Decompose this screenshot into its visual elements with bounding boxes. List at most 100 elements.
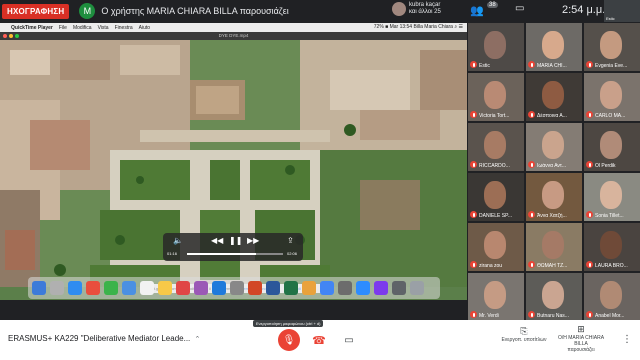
menu-help[interactable]: Aiuto bbox=[139, 25, 150, 31]
finder-icon[interactable] bbox=[32, 281, 46, 295]
volume-icon[interactable]: 🔈 bbox=[173, 236, 183, 245]
presenter-avatar: M bbox=[79, 3, 96, 19]
muted-mic-icon bbox=[586, 261, 593, 268]
trash-icon[interactable] bbox=[410, 281, 424, 295]
participant-tile[interactable]: Victoria Tort... bbox=[468, 73, 524, 121]
participant-tile[interactable]: Άννα Χατζή... bbox=[526, 173, 582, 221]
calendar-icon[interactable] bbox=[140, 281, 154, 295]
presenting-button[interactable]: ⊞ Ο/Η MARIA CHIARA BILLA παρουσιάζει bbox=[556, 324, 606, 353]
participant-tile[interactable]: Estic bbox=[468, 23, 524, 71]
share-icon[interactable]: ⇪ bbox=[287, 236, 294, 245]
photos-icon[interactable] bbox=[302, 281, 316, 295]
more-options-button[interactable]: ⋮ bbox=[622, 334, 632, 345]
pause-icon[interactable]: ❚❚ bbox=[229, 236, 242, 245]
participant-tile[interactable]: ΘΩΜΑΗ ΤΖ... bbox=[526, 223, 582, 271]
teams-icon[interactable] bbox=[374, 281, 388, 295]
downloads-icon[interactable] bbox=[392, 281, 406, 295]
participant-name: zirana zou bbox=[479, 263, 503, 269]
clock: 2:54 μ.μ. bbox=[562, 4, 606, 16]
participant-tile[interactable]: Mr. Verdi bbox=[468, 273, 524, 321]
participant-name: DANIELE SP... bbox=[479, 213, 512, 219]
hangup-icon: ☎ bbox=[312, 334, 326, 347]
chat-icon[interactable]: ▭ bbox=[515, 3, 524, 14]
settings-icon[interactable] bbox=[230, 281, 244, 295]
participant-name: ΘΩΜΑΗ ΤΖ... bbox=[537, 263, 568, 269]
participant-video bbox=[542, 131, 564, 159]
menu-file[interactable]: File bbox=[59, 25, 67, 31]
participant-tile[interactable]: zirana zou bbox=[468, 223, 524, 271]
participant-tile[interactable]: CARLO MA... bbox=[584, 73, 640, 121]
participant-tile[interactable]: Ιωάννα Αντ... bbox=[526, 123, 582, 171]
participant-tile[interactable]: Δέσποινα Α... bbox=[526, 73, 582, 121]
participant-video bbox=[600, 181, 622, 209]
playback-progress-fill bbox=[187, 253, 257, 255]
participant-tile[interactable]: Anabel Mor... bbox=[584, 273, 640, 321]
muted-mic-icon bbox=[528, 61, 535, 68]
zoom-app-icon[interactable] bbox=[356, 281, 370, 295]
meeting-details[interactable]: ERASMUS+ KA229 "Deliberative Mediator Le… bbox=[8, 334, 200, 343]
chrome-icon[interactable] bbox=[86, 281, 100, 295]
participant-video bbox=[484, 181, 506, 209]
muted-mic-icon bbox=[470, 311, 477, 318]
camera-toggle-button[interactable]: ▭ bbox=[338, 329, 360, 351]
word-icon[interactable] bbox=[266, 281, 280, 295]
leave-call-button[interactable]: ☎ bbox=[308, 329, 330, 351]
participant-tile[interactable]: DANIELE SP... bbox=[468, 173, 524, 221]
participant-tile[interactable]: Evgenia Eve... bbox=[584, 23, 640, 71]
menu-window[interactable]: Finestra bbox=[115, 25, 133, 31]
participant-name: Δέσποινα Α... bbox=[537, 113, 567, 119]
participant-tile[interactable]: Ol Perdik bbox=[584, 123, 640, 171]
mail-icon[interactable] bbox=[122, 281, 136, 295]
participant-video bbox=[484, 281, 506, 309]
captions-button[interactable]: ⎘ Ενεργοπ. υποτίτλων bbox=[500, 326, 548, 343]
participant-tile[interactable]: MARIA CHI... bbox=[526, 23, 582, 71]
google-drive-icon[interactable] bbox=[320, 281, 334, 295]
menu-app-name[interactable]: QuickTime Player bbox=[11, 25, 53, 31]
powerpoint-icon[interactable] bbox=[248, 281, 262, 295]
shared-screen: QuickTime Player File Modifica Vista Fin… bbox=[0, 23, 467, 300]
muted-mic-icon bbox=[586, 311, 593, 318]
presenting-label-1: Ο/Η MARIA CHIARA BILLA bbox=[557, 335, 605, 347]
safari-icon[interactable] bbox=[68, 281, 82, 295]
participant-tile[interactable]: Butnaru Nas... bbox=[526, 273, 582, 321]
participant-video bbox=[542, 181, 564, 209]
notes-icon[interactable] bbox=[158, 281, 172, 295]
playback-progress-bar[interactable] bbox=[187, 253, 283, 255]
menu-view[interactable]: Vista bbox=[98, 25, 109, 31]
muted-mic-icon bbox=[528, 111, 535, 118]
recording-badge: ΗΧΟΓΡΑΦΗΣΗ bbox=[2, 3, 70, 19]
rewind-icon[interactable]: ◀◀ bbox=[211, 236, 223, 245]
participant-tile[interactable]: LAURA BRO... bbox=[584, 223, 640, 271]
participant-video bbox=[542, 81, 564, 109]
people-icon[interactable]: 👥 bbox=[470, 4, 484, 17]
self-view-thumbnail[interactable]: Estic bbox=[604, 0, 640, 22]
messages-icon[interactable] bbox=[104, 281, 118, 295]
participant-name: RICCARDO... bbox=[479, 163, 510, 169]
podcasts-icon[interactable] bbox=[194, 281, 208, 295]
participant-tile[interactable]: Sonia Tillet... bbox=[584, 173, 640, 221]
muted-mic-icon bbox=[528, 211, 535, 218]
present-icon: ⊞ bbox=[577, 324, 585, 334]
app-store-icon[interactable] bbox=[212, 281, 226, 295]
music-icon[interactable] bbox=[176, 281, 190, 295]
more-vert-icon: ⋮ bbox=[622, 334, 632, 345]
muted-mic-icon bbox=[586, 211, 593, 218]
participant-name: Estic bbox=[479, 63, 490, 69]
participant-name: Άννα Χατζή... bbox=[537, 213, 567, 219]
participant-tile[interactable]: RICCARDO... bbox=[468, 123, 524, 171]
participant-name: Evgenia Eve... bbox=[595, 63, 628, 69]
mic-toggle-button[interactable]: 🎙 bbox=[278, 329, 300, 351]
muted-mic-icon bbox=[586, 61, 593, 68]
join-notice[interactable]: kubra kaçar και άλλοι 25 bbox=[392, 2, 441, 16]
launchpad-icon[interactable] bbox=[50, 281, 64, 295]
bottom-bar: ERASMUS+ KA229 "Deliberative Mediator Le… bbox=[0, 320, 640, 360]
quicktime-icon[interactable] bbox=[338, 281, 352, 295]
people-count-badge: 38 bbox=[487, 2, 498, 8]
participant-name: MARIA CHI... bbox=[537, 63, 567, 69]
muted-mic-icon bbox=[586, 111, 593, 118]
participant-name: Victoria Tort... bbox=[479, 113, 510, 119]
menu-edit[interactable]: Modifica bbox=[73, 25, 92, 31]
fast-forward-icon[interactable]: ▶▶ bbox=[247, 236, 259, 245]
player-titlebar: DYE DYE.mp4 bbox=[0, 32, 467, 40]
excel-icon[interactable] bbox=[284, 281, 298, 295]
